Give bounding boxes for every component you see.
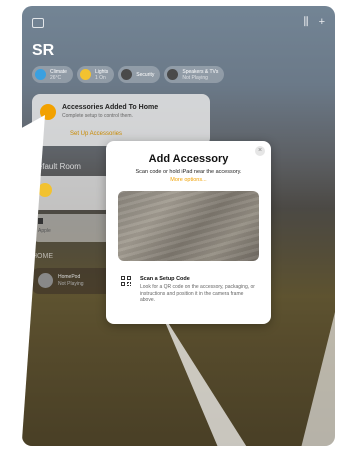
chip-sub: 1 On (94, 74, 106, 81)
scan-title: Scan a Setup Code (140, 276, 190, 282)
section-heading: HOME (32, 253, 53, 260)
modal-title: Add Accessory (148, 153, 229, 165)
more-options-link[interactable]: More options... (106, 177, 271, 183)
chip-climate[interactable]: Climate 26°C (32, 66, 73, 83)
lock-icon (121, 69, 133, 80)
plus-icon[interactable]: + (319, 16, 325, 29)
device-icon (38, 218, 43, 224)
accessory-tile-light[interactable] (32, 176, 112, 210)
top-bar: ⫼ + (32, 16, 326, 32)
scan-description: Look for a QR code on the accessory, pac… (140, 284, 255, 303)
homepod-name: HomePod (58, 274, 81, 280)
modal-subtitle: Scan code or hold iPad near the accessor… (135, 169, 242, 175)
default-room-heading: Default Room (32, 162, 81, 171)
sidebar-toggle-icon[interactable] (32, 18, 44, 28)
waveform-icon[interactable]: ⫼ (304, 16, 309, 29)
top-right-actions: ⫼ + (304, 16, 326, 29)
accessories-banner[interactable]: Accessories Added To Home Complete setup… (32, 94, 210, 146)
home-title: SR (32, 42, 55, 59)
setup-accessories-link[interactable]: Set Up Accessories (70, 131, 122, 137)
banner-subtitle: Complete setup to control them. (62, 113, 133, 119)
lightbulb-icon (38, 183, 52, 197)
add-accessory-modal: × Add Accessory Scan code or hold iPad n… (106, 141, 271, 324)
chip-sub: 26°C (50, 74, 62, 81)
category-chips: Climate 26°C Lights 1 On Security Speakers… (32, 66, 225, 83)
homepod-icon (38, 273, 53, 288)
lightbulb-icon (79, 69, 91, 80)
homepod-tile[interactable]: HomePod Not Playing (32, 268, 112, 294)
chip-security[interactable]: Security (118, 66, 161, 83)
camera-viewfinder (118, 191, 259, 261)
banner-title: Accessories Added To Home (62, 104, 159, 111)
thermometer-icon (35, 69, 46, 80)
chip-speakers[interactable]: Speakers & TVs Not Playing (164, 66, 225, 83)
accessory-tile-apple[interactable]: Apple (32, 214, 112, 242)
outer-frame: ⫼ + SR Climate 26°C Lights 1 On Security S… (0, 0, 338, 452)
chip-sub: Not Playing (182, 74, 208, 81)
tile-label: Apple (38, 228, 51, 234)
house-icon (40, 104, 56, 120)
qr-code-icon (121, 276, 131, 286)
chip-label: Security (136, 71, 155, 78)
chip-lights[interactable]: Lights 1 On (76, 66, 115, 83)
homepod-status: Not Playing (58, 281, 84, 287)
tv-icon (167, 69, 179, 80)
